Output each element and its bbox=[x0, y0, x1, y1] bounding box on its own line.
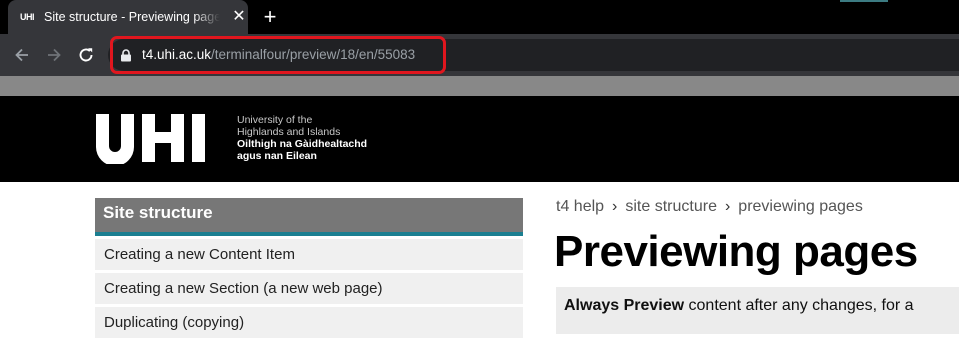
sidebar-item-duplicating[interactable]: Duplicating (copying) bbox=[95, 307, 523, 338]
back-arrow-icon[interactable] bbox=[12, 45, 32, 65]
sidebar: Site structure Creating a new Content It… bbox=[95, 198, 523, 338]
uhi-favicon-icon: UHI bbox=[20, 12, 35, 22]
breadcrumb-site-structure[interactable]: site structure bbox=[625, 198, 717, 215]
breadcrumb-separator: › bbox=[724, 198, 731, 215]
sidebar-title: Site structure bbox=[95, 198, 523, 232]
university-name-en-2: Highlands and Islands bbox=[237, 126, 341, 138]
university-name-en-1: University of the bbox=[237, 114, 313, 126]
reload-icon[interactable] bbox=[76, 45, 96, 65]
site-header: University of the Highlands and Islands … bbox=[0, 96, 959, 182]
info-note-bold: Always Preview bbox=[564, 297, 685, 314]
url-path: /terminalfour/preview/18/en/55083 bbox=[211, 47, 416, 62]
uhi-logo[interactable] bbox=[94, 112, 224, 164]
university-name: University of the Highlands and Islands … bbox=[237, 114, 397, 162]
breadcrumb: t4 help › site structure › previewing pages bbox=[556, 197, 863, 217]
sidebar-item-new-section[interactable]: Creating a new Section (a new web page) bbox=[95, 273, 523, 304]
sidebar-item-new-content-item[interactable]: Creating a new Content Item bbox=[95, 239, 523, 270]
tab-accent-line bbox=[840, 0, 888, 2]
info-note-text: content after any changes, for a bbox=[684, 297, 914, 314]
university-name-gd-2: agus nan Eilean bbox=[237, 150, 317, 162]
browser-toolbar: t4.uhi.ac.uk/terminalfour/preview/18/en/… bbox=[0, 34, 959, 76]
lock-icon[interactable] bbox=[120, 49, 132, 62]
breadcrumb-separator: › bbox=[612, 198, 618, 215]
browser-tab[interactable]: UHI Site structure - Previewing pages - … bbox=[8, 0, 248, 34]
tab-title: Site structure - Previewing pages - UHI bbox=[44, 10, 220, 24]
breadcrumb-t4-help[interactable]: t4 help bbox=[556, 198, 604, 215]
url-host: t4.uhi.ac.uk bbox=[142, 47, 212, 62]
info-note: Always Preview content after any changes… bbox=[556, 287, 959, 334]
top-grey-strip bbox=[0, 76, 959, 96]
university-name-gd-1: Oilthigh na Gàidhealtachd bbox=[237, 138, 368, 150]
url-text[interactable]: t4.uhi.ac.uk/terminalfour/preview/18/en/… bbox=[142, 46, 415, 64]
sidebar-accent-bar bbox=[95, 232, 523, 236]
page-title: Previewing pages bbox=[554, 227, 918, 276]
forward-arrow-icon[interactable] bbox=[44, 45, 64, 65]
breadcrumb-previewing-pages: previewing pages bbox=[738, 198, 863, 215]
close-icon[interactable]: ✕ bbox=[230, 8, 248, 26]
browser-tab-strip: UHI Site structure - Previewing pages - … bbox=[0, 0, 959, 34]
new-tab-icon[interactable]: + bbox=[259, 6, 281, 28]
address-bar[interactable]: t4.uhi.ac.uk/terminalfour/preview/18/en/… bbox=[108, 39, 959, 71]
